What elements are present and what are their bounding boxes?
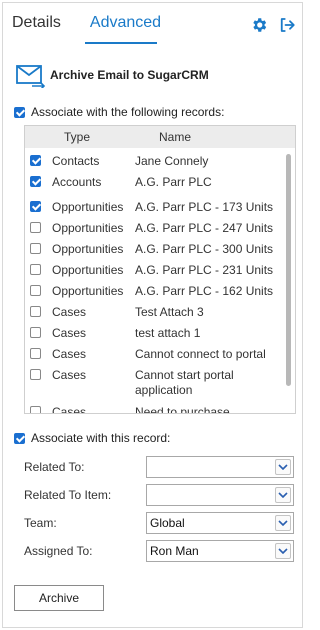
archive-button[interactable]: Archive	[14, 585, 104, 611]
records-scrollbar[interactable]	[286, 154, 291, 386]
table-row[interactable]: Cases Cannot start portal application	[25, 365, 281, 399]
row-checkbox[interactable]	[30, 264, 41, 275]
chevron-down-icon[interactable]	[275, 459, 291, 475]
row-name: A.G. Parr PLC - 162 Units	[135, 284, 274, 298]
associate-record-label: Associate with this record:	[31, 431, 171, 445]
related-to-label: Related To:	[24, 460, 85, 474]
assigned-to-value: Ron Man	[150, 544, 199, 558]
logout-icon[interactable]	[277, 15, 297, 35]
table-row[interactable]: Cases Need to purchase	[25, 402, 281, 414]
row-type: Cases	[52, 326, 87, 340]
associate-record-checkbox[interactable]	[14, 432, 25, 444]
related-to-select[interactable]	[146, 456, 294, 478]
row-name: A.G. Parr PLC - 300 Units	[135, 242, 274, 256]
chevron-down-icon[interactable]	[275, 543, 291, 559]
related-to-item-row: Related To Item:	[24, 484, 294, 506]
row-checkbox[interactable]	[30, 201, 41, 212]
row-name: A.G. Parr PLC - 173 Units	[135, 200, 274, 214]
gear-icon[interactable]	[249, 15, 269, 35]
row-type: Cases	[52, 347, 87, 361]
archive-header: Archive Email to SugarCRM	[16, 62, 209, 88]
associate-records-checkbox[interactable]	[14, 106, 25, 118]
table-row[interactable]: Opportunities A.G. Parr PLC - 162 Units	[25, 281, 281, 301]
row-name: A.G. Parr PLC	[135, 175, 212, 189]
row-name: A.G. Parr PLC - 231 Units	[135, 263, 274, 277]
row-name: Need to purchase	[135, 405, 230, 414]
row-checkbox[interactable]	[30, 176, 41, 187]
tab-details[interactable]: Details	[12, 14, 61, 46]
row-name: Jane Connely	[135, 154, 209, 168]
team-label: Team:	[24, 516, 57, 530]
row-checkbox[interactable]	[30, 369, 41, 380]
row-type: Opportunities	[52, 200, 124, 214]
row-type: Opportunities	[52, 242, 124, 256]
related-to-item-label: Related To Item:	[24, 488, 112, 502]
table-row[interactable]: Contacts Jane Connely	[25, 151, 281, 171]
row-type: Opportunities	[52, 284, 124, 298]
table-row[interactable]: Accounts A.G. Parr PLC	[25, 172, 281, 192]
row-type: Cases	[52, 305, 87, 319]
assigned-to-select[interactable]: Ron Man	[146, 540, 294, 562]
active-tab-indicator	[85, 42, 157, 44]
row-type: Accounts	[52, 175, 102, 189]
row-checkbox[interactable]	[30, 327, 41, 338]
row-checkbox[interactable]	[30, 306, 41, 317]
row-checkbox[interactable]	[30, 348, 41, 359]
row-checkbox[interactable]	[30, 155, 41, 166]
row-type: Cases	[52, 368, 87, 382]
related-to-row: Related To:	[24, 456, 294, 478]
top-icons	[249, 15, 297, 35]
row-name: test attach 1	[135, 326, 201, 340]
chevron-down-icon[interactable]	[275, 487, 291, 503]
team-row: Team: Global	[24, 512, 294, 534]
row-name: Test Attach 3	[135, 305, 204, 319]
column-header-name: Name	[159, 130, 192, 144]
row-name: Cannot start portal application	[135, 368, 234, 397]
column-header-type: Type	[64, 130, 91, 144]
row-type: Cases	[52, 405, 87, 414]
row-checkbox[interactable]	[30, 285, 41, 296]
table-row[interactable]: Cases test attach 1	[25, 323, 281, 343]
row-name: A.G. Parr PLC - 247 Units	[135, 221, 274, 235]
related-to-item-select[interactable]	[146, 484, 294, 506]
table-row[interactable]: Opportunities A.G. Parr PLC - 231 Units	[25, 260, 281, 280]
row-type: Contacts	[52, 154, 100, 168]
table-row[interactable]: Opportunities A.G. Parr PLC - 173 Units	[25, 197, 281, 217]
records-header: Type Name	[25, 126, 295, 148]
team-select[interactable]: Global	[146, 512, 294, 534]
associate-records-option[interactable]: Associate with the following records:	[14, 105, 224, 119]
email-archive-icon	[16, 65, 46, 88]
associate-record-option[interactable]: Associate with this record:	[14, 431, 170, 445]
assigned-to-row: Assigned To: Ron Man	[24, 540, 294, 562]
row-type: Opportunities	[52, 263, 124, 277]
row-checkbox[interactable]	[30, 222, 41, 233]
archive-title: Archive Email to SugarCRM	[50, 68, 209, 82]
records-list: Contacts Jane Connely Accounts A.G. Parr…	[25, 148, 281, 413]
table-row[interactable]: Cases Cannot connect to portal	[25, 344, 281, 364]
table-row[interactable]: Opportunities A.G. Parr PLC - 300 Units	[25, 239, 281, 259]
row-type: Opportunities	[52, 221, 124, 235]
table-row[interactable]: Opportunities A.G. Parr PLC - 247 Units	[25, 218, 281, 238]
associate-records-label: Associate with the following records:	[31, 105, 225, 119]
team-value: Global	[150, 516, 185, 530]
assigned-to-label: Assigned To:	[24, 544, 93, 558]
table-row[interactable]: Cases Test Attach 3	[25, 302, 281, 322]
records-table: Type Name Contacts Jane Connely Accounts…	[24, 125, 296, 414]
row-name: Cannot connect to portal	[135, 347, 266, 361]
row-checkbox[interactable]	[30, 243, 41, 254]
chevron-down-icon[interactable]	[275, 515, 291, 531]
row-checkbox[interactable]	[30, 406, 41, 413]
